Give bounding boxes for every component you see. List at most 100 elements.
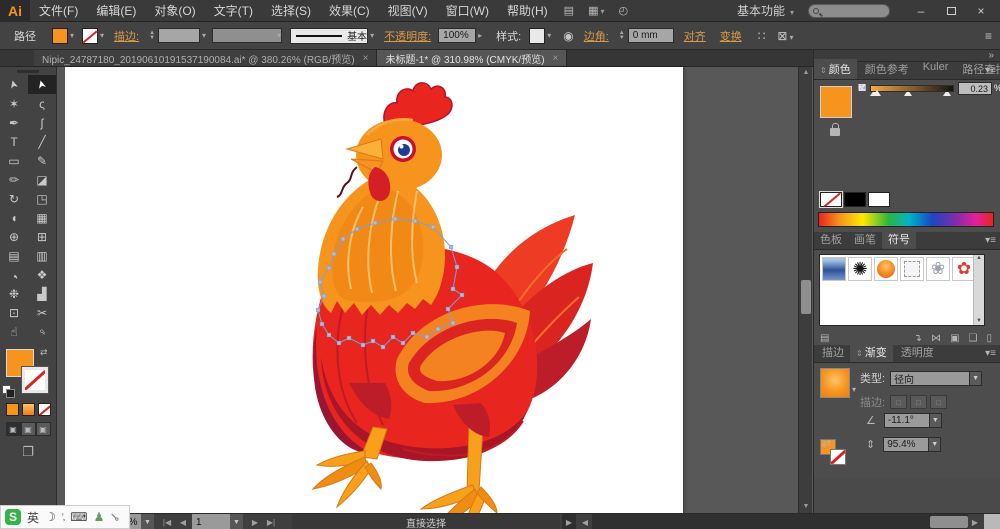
draw-normal-button[interactable]: ▣ xyxy=(6,422,21,436)
artboard-dropdown-icon[interactable]: ▼ xyxy=(230,514,243,529)
vertical-scrollbar[interactable]: ▲ ▼ xyxy=(798,67,812,513)
opacity-label[interactable]: 不透明度: xyxy=(384,28,431,44)
last-artboard-button[interactable]: ▶| xyxy=(264,514,278,529)
isolate-object-icon[interactable]: ⊠▾ xyxy=(777,29,793,43)
stroke-gradient-across-icon[interactable]: □ xyxy=(930,395,947,409)
scroll-up-icon[interactable]: ▲ xyxy=(799,67,813,79)
tab-stroke[interactable]: 描边 xyxy=(814,342,850,362)
zoom-dropdown-icon[interactable]: ▼ xyxy=(141,514,154,529)
previous-artboard-button[interactable]: ◀ xyxy=(176,514,190,529)
color-spectrum-bar[interactable] xyxy=(818,212,994,227)
style-swatch-select[interactable] xyxy=(529,28,545,44)
type-tool[interactable]: T xyxy=(0,132,28,151)
stroke-weight-field[interactable] xyxy=(158,28,200,43)
eraser-tool[interactable]: ◪ xyxy=(28,170,56,189)
menubar-item[interactable]: 对象(O) xyxy=(145,0,204,22)
shape-builder-tool[interactable]: ⊕ xyxy=(0,227,28,246)
delete-symbol-icon[interactable]: ▯ xyxy=(986,333,992,344)
draw-behind-button[interactable]: ▣ xyxy=(21,422,36,436)
tab-color[interactable]: ⇕颜色 xyxy=(814,59,857,79)
stroke-color-swatch[interactable] xyxy=(82,28,98,44)
tab-gradient[interactable]: ⇕渐变 xyxy=(850,342,893,362)
fill-color-swatch[interactable] xyxy=(52,28,68,44)
symbol-options-icon[interactable]: ▣ xyxy=(950,333,959,344)
scale-tool[interactable]: ◳ xyxy=(28,189,56,208)
next-artboard-button[interactable]: ▶ xyxy=(248,514,262,529)
width-profile-select[interactable]: ▾ xyxy=(212,28,282,43)
transform-link[interactable]: 变换 xyxy=(720,28,742,44)
tab-brushes[interactable]: 画笔 xyxy=(848,229,882,249)
stroke-weight-stepper[interactable]: ▲▼ xyxy=(149,31,155,41)
black-swatch[interactable] xyxy=(844,192,866,207)
magic-wand-tool[interactable]: ✶ xyxy=(0,94,28,113)
artboard[interactable] xyxy=(65,67,683,513)
curvature-tool[interactable]: ʃ xyxy=(28,113,56,132)
brush-definition-select[interactable]: 基本 xyxy=(290,28,368,44)
none-button[interactable] xyxy=(38,403,51,416)
pencil-tool[interactable]: ✏ xyxy=(0,170,28,189)
align-link[interactable]: 对齐 xyxy=(684,28,706,44)
recolor-artwork-icon[interactable]: ◉ xyxy=(563,29,573,43)
mesh-tool[interactable]: ▤ xyxy=(0,246,28,265)
artboard-number-field[interactable]: 1 xyxy=(192,514,230,529)
color-button[interactable] xyxy=(6,403,19,416)
document-tab[interactable]: Nipic_24787180_20190610191537190084.ai* … xyxy=(34,50,377,66)
rectangle-tool[interactable]: ▭ xyxy=(0,151,28,170)
stroke-color-indicator[interactable] xyxy=(22,367,48,393)
swap-fill-stroke-icon[interactable]: ⇄ xyxy=(40,347,48,358)
panel-menu-icon[interactable]: ▾≡ xyxy=(985,235,996,246)
stroke-gradient-within-icon[interactable]: □ xyxy=(890,395,907,409)
gradient-aspect-field[interactable]: 95.4% xyxy=(883,437,929,452)
tab-transparency[interactable]: 透明度 xyxy=(893,342,940,362)
arrange-documents-icon[interactable]: ▦▾ xyxy=(588,4,604,17)
ime-toolbox[interactable]: ⊸ xyxy=(107,508,124,525)
chevron-down-icon[interactable]: ▾ xyxy=(852,385,856,394)
close-button[interactable]: × xyxy=(968,3,994,19)
pen-tool[interactable]: ✒ xyxy=(0,113,28,132)
ime-half-full-toggle[interactable]: ☽ xyxy=(45,510,56,524)
color-slider-track[interactable] xyxy=(870,85,954,92)
scroll-left-icon[interactable]: ◀ xyxy=(578,514,592,529)
gradient-fill-swatch[interactable] xyxy=(820,368,850,398)
draw-inside-button[interactable]: ▣ xyxy=(36,422,51,436)
default-fill-stroke-icon[interactable] xyxy=(2,385,11,394)
scroll-down-icon[interactable]: ▼ xyxy=(799,501,813,513)
lasso-tool[interactable]: ς xyxy=(28,94,56,113)
tab-swatches[interactable]: 色板 xyxy=(814,229,848,249)
tab-symbols[interactable]: 符号 xyxy=(882,229,916,249)
gradient-stroke-none-proxy[interactable] xyxy=(830,449,846,465)
menubar-item[interactable]: 窗口(W) xyxy=(437,0,498,22)
align-objects-icon[interactable]: ∷ xyxy=(758,29,766,43)
perspective-grid-tool[interactable]: ⊞ xyxy=(28,227,56,246)
slice-tool[interactable]: ✂ xyxy=(28,303,56,322)
menubar-item[interactable]: 编辑(E) xyxy=(87,0,145,22)
ime-punct-toggle[interactable]: ’, xyxy=(62,512,65,522)
gradient-tool[interactable]: ▥ xyxy=(28,246,56,265)
close-icon[interactable]: × xyxy=(553,53,559,64)
column-graph-tool[interactable]: ▟ xyxy=(28,284,56,303)
eyedropper-tool[interactable]: ❛ xyxy=(0,265,28,284)
ime-soft-keyboard[interactable]: ⌨ xyxy=(70,510,87,524)
opacity-field[interactable]: 100% xyxy=(438,28,476,43)
status-expand-icon[interactable]: ▶ xyxy=(562,514,576,529)
restore-button[interactable] xyxy=(938,3,964,19)
document-tab[interactable]: 未标题-1* @ 310.98% (CMYK/预览) × xyxy=(377,50,567,66)
vertical-scroll-thumb[interactable] xyxy=(801,280,811,314)
width-tool[interactable]: ◖ xyxy=(0,208,28,227)
scroll-right-icon[interactable]: ▶ xyxy=(968,514,982,529)
corner-stepper[interactable]: ▲▼ xyxy=(619,31,625,41)
tools-panel-grip[interactable] xyxy=(17,70,39,73)
none-swatch[interactable] xyxy=(820,192,842,207)
search-input[interactable] xyxy=(824,5,886,17)
sogou-logo[interactable]: S xyxy=(5,509,21,525)
ime-skin[interactable]: ♟ xyxy=(94,510,105,524)
symbols-scrollbar[interactable]: ▲ ▼ xyxy=(973,255,984,325)
close-icon[interactable]: × xyxy=(363,53,369,64)
panel-menu-icon[interactable]: ▾≡ xyxy=(985,348,996,359)
corner-field[interactable]: 0 mm xyxy=(628,28,674,43)
color-slider-thumb[interactable] xyxy=(873,90,881,96)
rooster-illustration[interactable] xyxy=(65,67,683,513)
horizontal-scrollbar[interactable] xyxy=(592,514,968,529)
reverse-gradient-icon[interactable]: ⇄ xyxy=(822,437,831,450)
bridge-icon[interactable]: ▤ xyxy=(564,4,574,17)
